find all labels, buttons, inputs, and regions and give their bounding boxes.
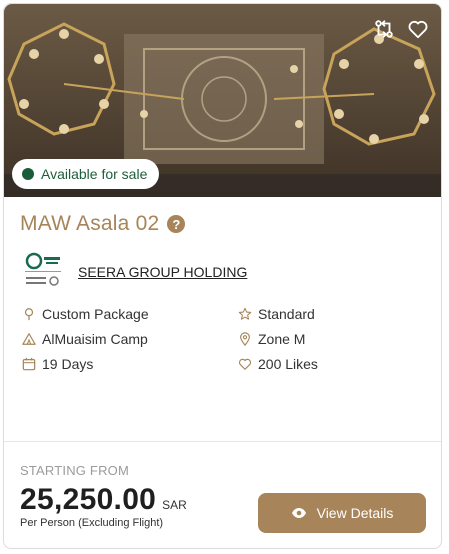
heart-icon[interactable] <box>407 18 429 40</box>
view-details-label: View Details <box>316 505 394 521</box>
feature-label: 200 Likes <box>258 356 318 372</box>
feature-label: Custom Package <box>42 306 149 322</box>
feature-label: Standard <box>258 306 315 322</box>
location-icon <box>240 332 250 346</box>
calendar-icon <box>22 357 36 371</box>
feature-label: AlMuaisim Camp <box>42 331 148 347</box>
availability-label: Available for sale <box>41 166 148 182</box>
pin-icon <box>24 308 34 321</box>
feature-label: 19 Days <box>42 356 94 372</box>
feature-class: Standard <box>238 306 315 322</box>
starting-from-label: STARTING FROM <box>20 463 130 478</box>
hero-image[interactable]: Available for sale <box>4 4 441 197</box>
package-card: Available for sale MAW Asala 02 ? SEERA … <box>3 3 442 549</box>
divider <box>4 441 441 442</box>
status-dot <box>22 168 34 180</box>
feature-duration: 19 Days <box>22 356 93 372</box>
feature-label: Zone M <box>258 331 306 347</box>
feature-package-type: Custom Package <box>22 306 149 322</box>
seera-logo <box>25 252 61 286</box>
feature-camp: AlMuaisim Camp <box>22 331 148 347</box>
hero-actions <box>373 18 429 40</box>
heart-outline-icon <box>238 358 252 370</box>
tent-icon <box>22 333 36 345</box>
company-link[interactable]: SEERA GROUP HOLDING <box>78 264 247 280</box>
package-title[interactable]: MAW Asala 02 <box>20 212 159 236</box>
feature-likes: 200 Likes <box>238 356 318 372</box>
price-amount: 25,250.00 <box>20 483 157 516</box>
view-details-button[interactable]: View Details <box>258 493 426 533</box>
price-currency: SAR <box>162 498 187 512</box>
help-icon[interactable]: ? <box>167 215 186 233</box>
star-icon <box>238 307 252 320</box>
feature-zone: Zone M <box>238 331 305 347</box>
title-row: MAW Asala 02 ? <box>20 212 186 236</box>
price-note: Per Person (Excluding Flight) <box>20 517 164 529</box>
compare-icon[interactable] <box>373 18 395 40</box>
price-row: 25,250.00 SAR <box>20 483 187 517</box>
eye-icon <box>291 508 306 518</box>
availability-badge: Available for sale <box>12 159 160 189</box>
company-row: SEERA GROUP HOLDING <box>24 251 247 293</box>
